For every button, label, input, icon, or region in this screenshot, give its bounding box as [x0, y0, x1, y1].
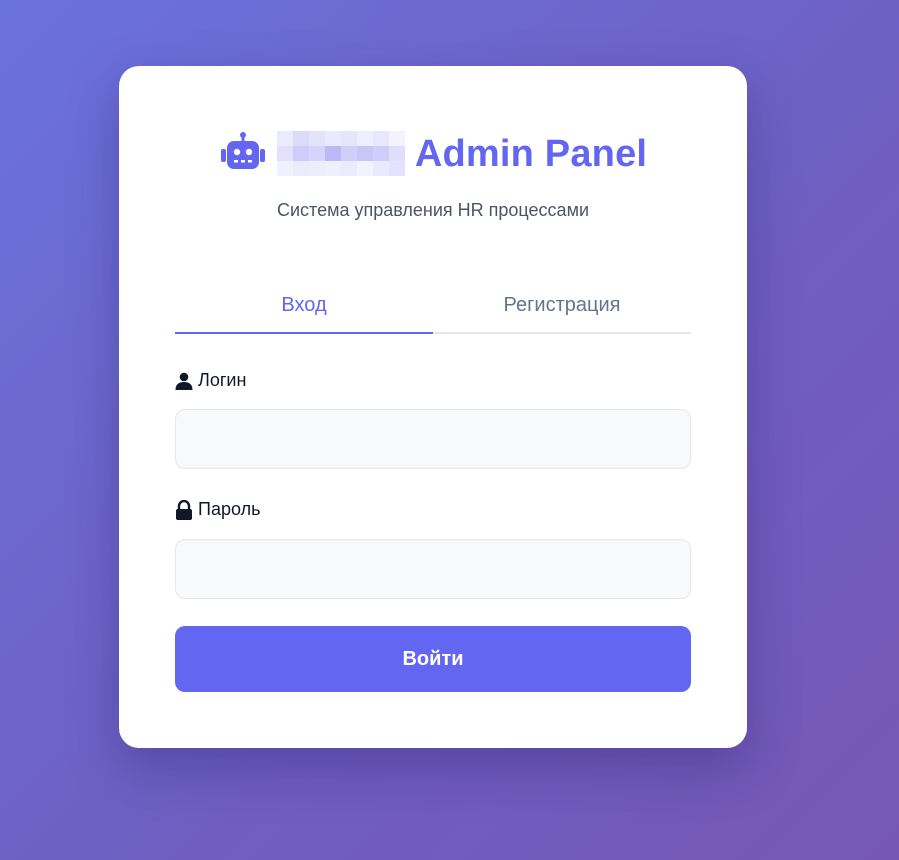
password-input[interactable]	[175, 539, 691, 599]
brand-title: Admin Panel	[414, 132, 648, 175]
brand-name-redacted	[276, 131, 405, 177]
robot-icon	[219, 130, 267, 178]
password-label-text: Пароль	[198, 499, 261, 519]
auth-tabs: Вход Регистрация	[175, 278, 691, 334]
login-label-text: Логин	[198, 370, 247, 390]
login-label: Логин	[175, 370, 246, 391]
tab-register[interactable]: Регистрация	[433, 278, 691, 332]
password-label: Пароль	[175, 499, 260, 520]
page-subtitle: Система управления HR процессами	[277, 200, 589, 220]
login-button[interactable]: Войти	[175, 626, 691, 692]
tab-login[interactable]: Вход	[175, 278, 433, 334]
lock-icon	[175, 499, 193, 520]
user-icon	[175, 371, 193, 391]
brand-header: Admin Panel	[119, 130, 747, 178]
login-input[interactable]	[175, 409, 691, 469]
login-card: Admin Panel Система управления HR процес…	[119, 66, 747, 748]
